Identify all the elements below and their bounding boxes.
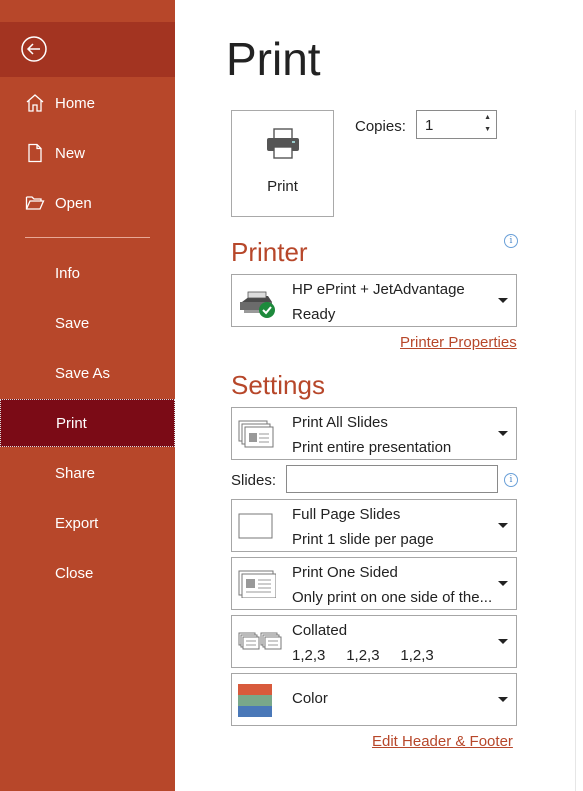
- print-button-label: Print: [267, 178, 298, 195]
- panel-scroll-divider: [575, 110, 576, 791]
- printer-dropdown[interactable]: HP ePrint + JetAdvantage Ready: [231, 274, 517, 327]
- printer-heading: Printer: [231, 237, 308, 267]
- nav-print-label: Print: [56, 414, 87, 432]
- printer-name: HP ePrint + JetAdvantage: [292, 281, 465, 298]
- nav-new-label: New: [55, 144, 86, 162]
- print-range-title: Print All Slides: [292, 414, 388, 431]
- backstage-sidebar: Home New Open Info Save Save As Print Sh…: [0, 0, 175, 791]
- back-arrow-icon[interactable]: [20, 35, 48, 63]
- copies-value[interactable]: 1: [425, 117, 433, 134]
- chevron-down-icon: [498, 298, 508, 303]
- color-title: Color: [292, 690, 328, 707]
- slides-input[interactable]: [286, 465, 498, 493]
- layout-desc: Print 1 slide per page: [292, 531, 434, 548]
- print-button[interactable]: Print: [231, 110, 334, 217]
- nav-export-label: Export: [55, 514, 99, 532]
- nav-info[interactable]: Info: [0, 249, 175, 297]
- nav-print[interactable]: Print: [0, 399, 175, 447]
- chevron-down-icon: [498, 581, 508, 586]
- collation-desc: 1,2,3 1,2,3 1,2,3: [292, 647, 434, 664]
- printer-icon: [265, 127, 301, 166]
- collation-dropdown[interactable]: Collated 1,2,3 1,2,3 1,2,3: [231, 615, 517, 668]
- print-range-dropdown[interactable]: Print All Slides Print entire presentati…: [231, 407, 517, 460]
- nav-save-label: Save: [55, 314, 90, 332]
- printer-info-icon[interactable]: i: [504, 234, 518, 248]
- sides-desc: Only print on one side of the...: [292, 589, 493, 606]
- nav-close[interactable]: Close: [0, 549, 175, 597]
- nav-save-as[interactable]: Save As: [0, 349, 175, 397]
- open-folder-icon: [23, 191, 47, 215]
- print-range-desc: Print entire presentation: [292, 439, 452, 456]
- nav-share[interactable]: Share: [0, 449, 175, 497]
- chevron-down-icon: [498, 639, 508, 644]
- nav-open-label: Open: [55, 194, 92, 212]
- printer-status: Ready: [292, 306, 336, 323]
- new-document-icon: [23, 141, 47, 165]
- edit-header-footer-link[interactable]: Edit Header & Footer: [372, 733, 513, 750]
- chevron-down-icon: [498, 523, 508, 528]
- collation-title: Collated: [292, 622, 348, 639]
- all-slides-icon: [238, 420, 274, 453]
- chevron-down-icon: [498, 697, 508, 702]
- layout-title: Full Page Slides: [292, 506, 401, 523]
- slides-label: Slides:: [231, 472, 277, 489]
- nav-share-label: Share: [55, 464, 96, 482]
- sidebar-divider: [25, 237, 150, 238]
- nav-info-label: Info: [55, 264, 81, 282]
- sides-title: Print One Sided: [292, 564, 398, 581]
- nav-home-label: Home: [55, 94, 96, 112]
- nav-new[interactable]: New: [0, 129, 175, 177]
- copies-stepper[interactable]: 1 ▲ ▼: [416, 110, 497, 139]
- one-sided-icon: [238, 570, 277, 603]
- full-page-slide-icon: [238, 513, 274, 544]
- slides-info-icon[interactable]: i: [504, 473, 518, 487]
- layout-dropdown[interactable]: Full Page Slides Print 1 slide per page: [231, 499, 517, 552]
- page-title: Print: [226, 33, 321, 85]
- printer-ready-icon: [238, 288, 278, 325]
- nav-open[interactable]: Open: [0, 179, 175, 227]
- printer-properties-link[interactable]: Printer Properties: [400, 334, 517, 351]
- collated-icon: [238, 630, 282, 659]
- nav-export[interactable]: Export: [0, 499, 175, 547]
- nav-home[interactable]: Home: [0, 79, 175, 127]
- nav-save-as-label: Save As: [55, 364, 111, 382]
- color-dropdown[interactable]: Color: [231, 673, 517, 726]
- chevron-down-icon: [498, 431, 508, 436]
- sides-dropdown[interactable]: Print One Sided Only print on one side o…: [231, 557, 517, 610]
- home-icon: [23, 91, 47, 115]
- settings-heading: Settings: [231, 370, 325, 400]
- color-swatch-icon: [238, 684, 272, 723]
- nav-close-label: Close: [55, 564, 94, 582]
- spin-down-icon[interactable]: ▼: [484, 126, 491, 133]
- nav-save[interactable]: Save: [0, 299, 175, 347]
- spin-up-icon[interactable]: ▲: [484, 114, 491, 121]
- copies-label: Copies:: [355, 118, 406, 135]
